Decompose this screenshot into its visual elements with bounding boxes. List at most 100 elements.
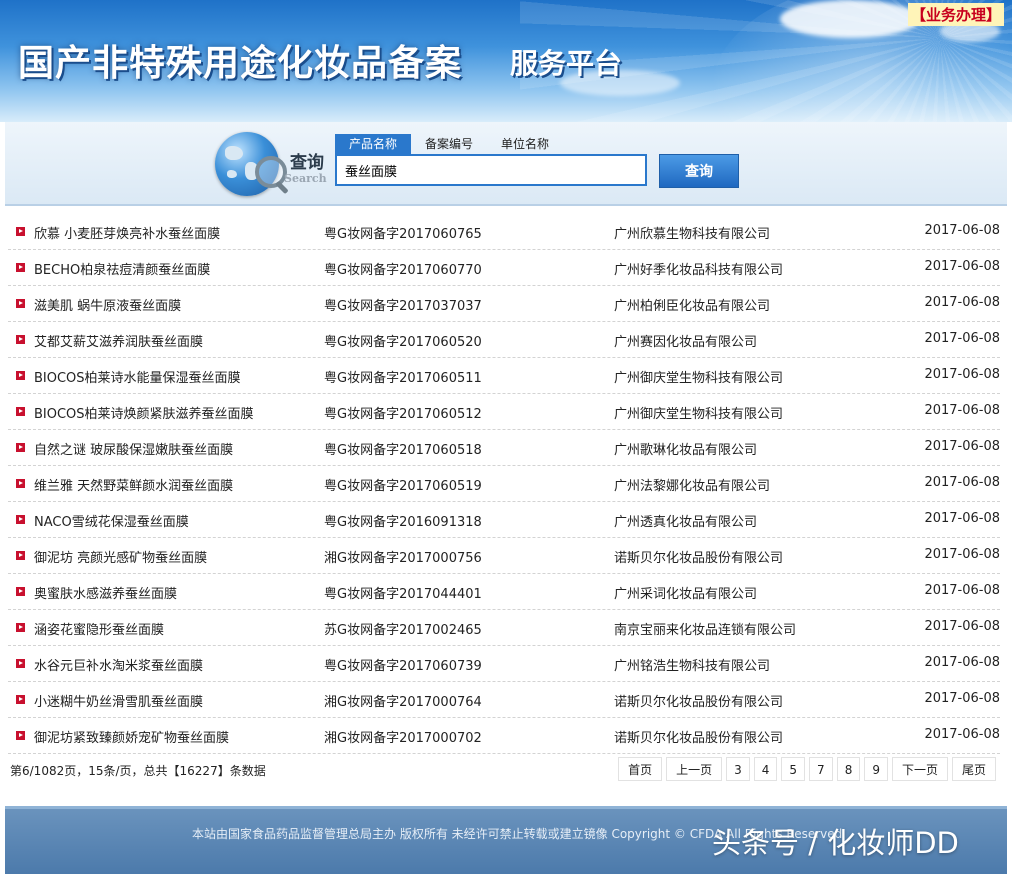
bullet-icon <box>16 479 25 488</box>
product-name-link[interactable]: BECHO柏泉祛痘清颜蚕丝面膜 <box>34 259 210 278</box>
record-date: 2017-06-08 <box>924 619 1000 634</box>
product-name-link[interactable]: 御泥坊 亮颜光感矿物蚕丝面膜 <box>34 547 207 566</box>
product-name-link[interactable]: 小迷糊牛奶丝滑雪肌蚕丝面膜 <box>34 691 203 710</box>
record-number: 粤G妆网备字2017060519 <box>324 479 482 494</box>
company-name: 广州赛因化妆品有限公司 <box>614 335 758 350</box>
page-number-button[interactable]: 3 <box>726 757 750 781</box>
product-name-link[interactable]: 艾都艾薪艾滋养润肤蚕丝面膜 <box>34 331 203 350</box>
product-name-link[interactable]: 御泥坊紧致臻颜娇宠矿物蚕丝面膜 <box>34 727 229 746</box>
tab-company-name[interactable]: 单位名称 <box>487 134 563 154</box>
business-link[interactable]: 【业务办理】 <box>907 3 1004 26</box>
search-input[interactable] <box>335 154 647 186</box>
product-name-link[interactable]: BIOCOS柏莱诗焕颜紧肤滋养蚕丝面膜 <box>34 403 254 422</box>
pagination: 首页 上一页 3 4 5 7 8 9 下一页 尾页 <box>618 757 996 781</box>
company-name: 诺斯贝尔化妆品股份有限公司 <box>614 695 784 710</box>
company-name: 南京宝丽来化妆品连锁有限公司 <box>614 623 797 638</box>
page-number-button[interactable]: 7 <box>809 757 833 781</box>
product-name-link[interactable]: 奥蜜肤水感滋养蚕丝面膜 <box>34 583 177 602</box>
record-date: 2017-06-08 <box>924 583 1000 598</box>
company-name: 广州歌琳化妆品有限公司 <box>614 443 758 458</box>
list-item[interactable]: 水谷元巨补水淘米浆蚕丝面膜 粤G妆网备字2017060739 广州铭浩生物科技有限公… <box>8 646 1000 682</box>
record-number: 粤G妆网备字2017060739 <box>324 659 482 674</box>
bullet-icon <box>16 371 25 380</box>
list-item[interactable]: NACO雪绒花保湿蚕丝面膜 粤G妆网备字2016091318 广州透真化妆品有限公司… <box>8 502 1000 538</box>
company-name: 广州法黎娜化妆品有限公司 <box>614 479 771 494</box>
company-name: 广州铭浩生物科技有限公司 <box>614 659 771 674</box>
page-number-button[interactable]: 4 <box>753 757 778 781</box>
search-button[interactable]: 查询 <box>659 154 739 188</box>
record-number: 粤G妆网备字2016091318 <box>324 515 482 530</box>
company-name: 广州透真化妆品有限公司 <box>614 515 758 530</box>
record-number: 粤G妆网备字2017060512 <box>324 407 482 422</box>
watermark-text: 头条号 / 化妆师DD <box>712 826 959 860</box>
first-page-button[interactable]: 首页 <box>618 757 663 781</box>
list-item[interactable]: 御泥坊紧致臻颜娇宠矿物蚕丝面膜 湘G妆网备字2017000702 诺斯贝尔化妆品股份… <box>8 718 1000 754</box>
company-name: 诺斯贝尔化妆品股份有限公司 <box>614 551 784 566</box>
list-item[interactable]: 御泥坊 亮颜光感矿物蚕丝面膜 湘G妆网备字2017000756 诺斯贝尔化妆品股份有… <box>8 538 1000 574</box>
bullet-icon <box>16 623 25 632</box>
company-name: 广州柏俐臣化妆品有限公司 <box>614 299 771 314</box>
product-name-link[interactable]: 水谷元巨补水淘米浆蚕丝面膜 <box>34 655 203 674</box>
list-item[interactable]: 艾都艾薪艾滋养润肤蚕丝面膜 粤G妆网备字2017060520 广州赛因化妆品有限公司… <box>8 322 1000 358</box>
record-date: 2017-06-08 <box>924 259 1000 274</box>
bullet-icon <box>16 551 25 560</box>
record-date: 2017-06-08 <box>924 403 1000 418</box>
page-title: 国产非特殊用途化妆品备案 <box>18 42 463 84</box>
record-number: 粤G妆网备字2017060518 <box>324 443 482 458</box>
record-date: 2017-06-08 <box>924 223 1000 238</box>
product-name-link[interactable]: 自然之谜 玻尿酸保湿嫩肤蚕丝面膜 <box>34 439 233 458</box>
list-item[interactable]: 维兰雅 天然野菜鲜颜水润蚕丝面膜 粤G妆网备字2017060519 广州法黎娜化妆品… <box>8 466 1000 502</box>
list-item[interactable]: 涵姿花蜜隐形蚕丝面膜 苏G妆网备字2017002465 南京宝丽来化妆品连锁有限公司… <box>8 610 1000 646</box>
last-page-button[interactable]: 尾页 <box>951 757 996 781</box>
product-name-link[interactable]: 涵姿花蜜隐形蚕丝面膜 <box>34 619 164 638</box>
pager-info: 第6/1082页，15条/页，总共【16227】条数据 <box>10 764 266 778</box>
company-name: 广州欣慕生物科技有限公司 <box>614 227 771 242</box>
product-name-link[interactable]: 维兰雅 天然野菜鲜颜水润蚕丝面膜 <box>34 475 233 494</box>
bullet-icon <box>16 407 25 416</box>
product-name-link[interactable]: BIOCOS柏莱诗水能量保湿蚕丝面膜 <box>34 367 241 386</box>
bullet-icon <box>16 659 25 668</box>
record-number: 苏G妆网备字2017002465 <box>324 623 482 638</box>
list-item[interactable]: BIOCOS柏莱诗焕颜紧肤滋养蚕丝面膜 粤G妆网备字2017060512 广州御庆堂… <box>8 394 1000 430</box>
product-name-link[interactable]: NACO雪绒花保湿蚕丝面膜 <box>34 511 189 530</box>
list-item[interactable]: 欣慕 小麦胚芽焕亮补水蚕丝面膜 粤G妆网备字2017060765 广州欣慕生物科技有… <box>8 214 1000 250</box>
company-name: 广州好季化妆品科技有限公司 <box>614 263 784 278</box>
record-date: 2017-06-08 <box>924 511 1000 526</box>
record-date: 2017-06-08 <box>924 547 1000 562</box>
page-subtitle: 服务平台 <box>510 47 623 80</box>
tab-record-number[interactable]: 备案编号 <box>411 134 487 154</box>
record-number: 粤G妆网备字2017037037 <box>324 299 482 314</box>
record-number: 湘G妆网备字2017000702 <box>324 731 482 746</box>
list-item[interactable]: 奥蜜肤水感滋养蚕丝面膜 粤G妆网备字2017044401 广州采词化妆品有限公司 20… <box>8 574 1000 610</box>
page-number-button[interactable]: 5 <box>781 757 806 781</box>
list-item[interactable]: BIOCOS柏莱诗水能量保湿蚕丝面膜 粤G妆网备字2017060511 广州御庆堂生… <box>8 358 1000 394</box>
record-date: 2017-06-08 <box>924 367 1000 382</box>
bullet-icon <box>16 299 25 308</box>
record-date: 2017-06-08 <box>924 655 1000 670</box>
list-item[interactable]: 小迷糊牛奶丝滑雪肌蚕丝面膜 湘G妆网备字2017000764 诺斯贝尔化妆品股份有限… <box>8 682 1000 718</box>
record-number: 粤G妆网备字2017060765 <box>324 227 482 242</box>
prev-page-button[interactable]: 上一页 <box>666 757 723 781</box>
list-item[interactable]: BECHO柏泉祛痘清颜蚕丝面膜 粤G妆网备字2017060770 广州好季化妆品科技… <box>8 250 1000 286</box>
cloud-decoration <box>780 0 920 38</box>
search-label-en: Search <box>284 172 327 185</box>
record-number: 粤G妆网备字2017060511 <box>324 371 482 386</box>
bullet-icon <box>16 695 25 704</box>
company-name: 广州御庆堂生物科技有限公司 <box>614 407 784 422</box>
page-number-button[interactable]: 8 <box>836 757 861 781</box>
record-date: 2017-06-08 <box>924 295 1000 310</box>
tab-product-name[interactable]: 产品名称 <box>335 134 412 154</box>
list-item[interactable]: 自然之谜 玻尿酸保湿嫩肤蚕丝面膜 粤G妆网备字2017060518 广州歌琳化妆品有… <box>8 430 1000 466</box>
product-name-link[interactable]: 滋美肌 蜗牛原液蚕丝面膜 <box>34 295 181 314</box>
record-date: 2017-06-08 <box>924 331 1000 346</box>
company-name: 广州采词化妆品有限公司 <box>614 587 758 602</box>
record-date: 2017-06-08 <box>924 727 1000 742</box>
next-page-button[interactable]: 下一页 <box>891 757 948 781</box>
page-number-button[interactable]: 9 <box>864 757 888 781</box>
record-number: 粤G妆网备字2017060770 <box>324 263 482 278</box>
list-item[interactable]: 滋美肌 蜗牛原液蚕丝面膜 粤G妆网备字2017037037 广州柏俐臣化妆品有限公司… <box>8 286 1000 322</box>
product-name-link[interactable]: 欣慕 小麦胚芽焕亮补水蚕丝面膜 <box>34 223 220 242</box>
bullet-icon <box>16 731 25 740</box>
record-date: 2017-06-08 <box>924 439 1000 454</box>
bullet-icon <box>16 515 25 524</box>
